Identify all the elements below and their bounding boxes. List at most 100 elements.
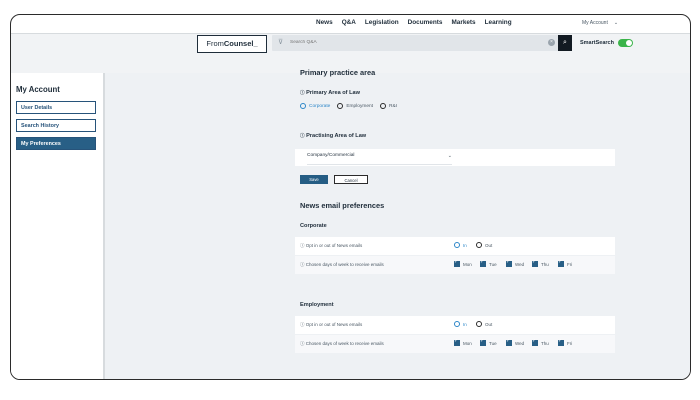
optin-text: Opt in or out of News emails (305, 243, 363, 248)
checkbox-checked-icon (454, 259, 460, 267)
radio-corporate[interactable] (300, 103, 306, 109)
info-icon: ⓘ (300, 133, 305, 138)
info-icon: ⓘ (300, 322, 305, 327)
clear-search-icon[interactable]: × (548, 39, 555, 46)
primary-area-label: ⓘ Primary Area of Law (300, 90, 360, 96)
employment-optin-row: ⓘ Opt in or out of News emails In Out (295, 316, 615, 334)
day-label: Fri (567, 340, 573, 346)
checkbox-checked-icon (480, 259, 486, 267)
cancel-button[interactable]: Cancel (334, 175, 368, 184)
filter-icon[interactable]: ⊽ (278, 38, 283, 46)
nav-link-news[interactable]: News (316, 19, 333, 26)
optin-out-option[interactable]: Out (476, 242, 492, 248)
radio-out[interactable] (476, 321, 482, 327)
checkbox-checked-icon (506, 338, 512, 346)
nav-link-qa[interactable]: Q&A (342, 19, 356, 26)
nav-link-learning[interactable]: Learning (485, 19, 512, 26)
search-button[interactable]: ⌕ (558, 35, 572, 51)
in-label: In (463, 242, 467, 248)
checkbox-checked-icon (532, 338, 538, 346)
optin-label: ⓘ Opt in or out of News emails (300, 322, 362, 328)
radio-in[interactable] (454, 242, 460, 248)
sidebar-item-user-details[interactable]: User Details (16, 101, 96, 114)
info-icon: ⓘ (300, 243, 305, 248)
out-label: Out (485, 321, 493, 327)
day-checkbox-tue[interactable]: Tue (480, 338, 497, 346)
days-label: ⓘ Chosen days of week to receive emails (300, 341, 384, 347)
practice-title: Primary practice area (300, 68, 376, 77)
search-input[interactable] (290, 37, 530, 48)
top-navigation: News Q&A Legislation Documents Markets L… (11, 15, 690, 33)
day-checkbox-tue[interactable]: Tue (480, 259, 497, 267)
section-employment-title: Employment (300, 302, 334, 308)
info-icon: ⓘ (300, 90, 305, 95)
practising-area-text: Practising Area of Law (306, 133, 367, 139)
sidebar-title: My Account (16, 85, 60, 94)
account-label: My Account (582, 20, 608, 26)
checkbox-checked-icon (558, 259, 564, 267)
employment-days-row: ⓘ Chosen days of week to receive emails … (295, 335, 615, 353)
app-window: News Q&A Legislation Documents Markets L… (10, 14, 691, 380)
optin-in-option[interactable]: In (454, 321, 467, 327)
radio-corporate-label: Corporate (309, 103, 331, 109)
smart-search-label: SmartSearch (580, 40, 614, 46)
day-label: Wed (515, 261, 525, 267)
corporate-days-row: ⓘ Chosen days of week to receive emails … (295, 256, 615, 274)
section-corporate-title: Corporate (300, 223, 327, 229)
logo-strong: Counsel_ (223, 39, 258, 48)
out-label: Out (485, 242, 493, 248)
day-checkbox-thu[interactable]: Thu (532, 338, 549, 346)
nav-link-markets[interactable]: Markets (451, 19, 475, 26)
sidebar-item-my-preferences[interactable]: My Preferences (16, 137, 96, 150)
sidebar: My Account User Details Search History M… (11, 73, 105, 379)
day-label: Tue (489, 261, 497, 267)
practising-area-label: ⓘ Practising Area of Law (300, 133, 366, 139)
logo-prefix: From (206, 39, 224, 48)
day-checkbox-mon[interactable]: Mon (454, 338, 472, 346)
days-text: Chosen days of week to receive emails (305, 262, 384, 267)
checkbox-checked-icon (506, 259, 512, 267)
radio-employment[interactable] (337, 103, 344, 109)
checkbox-checked-icon (480, 338, 486, 346)
info-icon: ⓘ (300, 262, 305, 267)
day-label: Thu (541, 340, 549, 346)
smart-search-toggle[interactable]: SmartSearch (580, 39, 633, 47)
practising-area-value: Company/Commercial (307, 153, 355, 158)
optin-label: ⓘ Opt in or out of News emails (300, 243, 362, 249)
day-label: Wed (515, 340, 525, 346)
days-label: ⓘ Chosen days of week to receive emails (300, 262, 384, 268)
chevron-down-icon: ⌄ (447, 153, 452, 159)
radio-employment-label: Employment (346, 103, 374, 109)
news-title: News email preferences (300, 201, 385, 210)
optin-in-option[interactable]: In (454, 242, 467, 248)
nav-link-documents[interactable]: Documents (408, 19, 443, 26)
day-checkbox-wed[interactable]: Wed (506, 338, 525, 346)
day-label: Tue (489, 340, 497, 346)
day-checkbox-fri[interactable]: Fri (558, 338, 573, 346)
sidebar-item-search-history[interactable]: Search History (16, 119, 96, 132)
radio-in[interactable] (454, 321, 460, 327)
practising-area-select[interactable]: Company/Commercial ⌄ (307, 153, 452, 165)
radio-out[interactable] (476, 242, 482, 248)
toggle-switch[interactable] (617, 39, 633, 47)
day-checkbox-mon[interactable]: Mon (454, 259, 472, 267)
checkbox-checked-icon (532, 259, 538, 267)
search-bar: ⊽ × (272, 35, 561, 51)
primary-area-text: Primary Area of Law (306, 90, 360, 96)
logo[interactable]: FromCounsel_ (197, 35, 267, 53)
day-checkbox-fri[interactable]: Fri (558, 259, 572, 267)
day-checkbox-wed[interactable]: Wed (506, 259, 525, 267)
account-menu[interactable]: My Account ⌄ (582, 20, 618, 26)
info-icon: ⓘ (300, 341, 305, 346)
primary-area-options: Corporate Employment R&I (300, 103, 397, 109)
radio-ri[interactable] (380, 103, 387, 109)
day-label: Mon (463, 261, 472, 267)
day-checkbox-thu[interactable]: Thu (532, 259, 549, 267)
nav-link-legislation[interactable]: Legislation (365, 19, 399, 26)
top-nav-links: News Q&A Legislation Documents Markets L… (316, 19, 512, 26)
checkbox-checked-icon (454, 338, 460, 346)
save-button[interactable]: Save (300, 175, 328, 184)
chevron-down-icon: ⌄ (613, 20, 619, 26)
optin-out-option[interactable]: Out (476, 321, 492, 327)
days-text: Chosen days of week to receive emails (305, 341, 384, 346)
